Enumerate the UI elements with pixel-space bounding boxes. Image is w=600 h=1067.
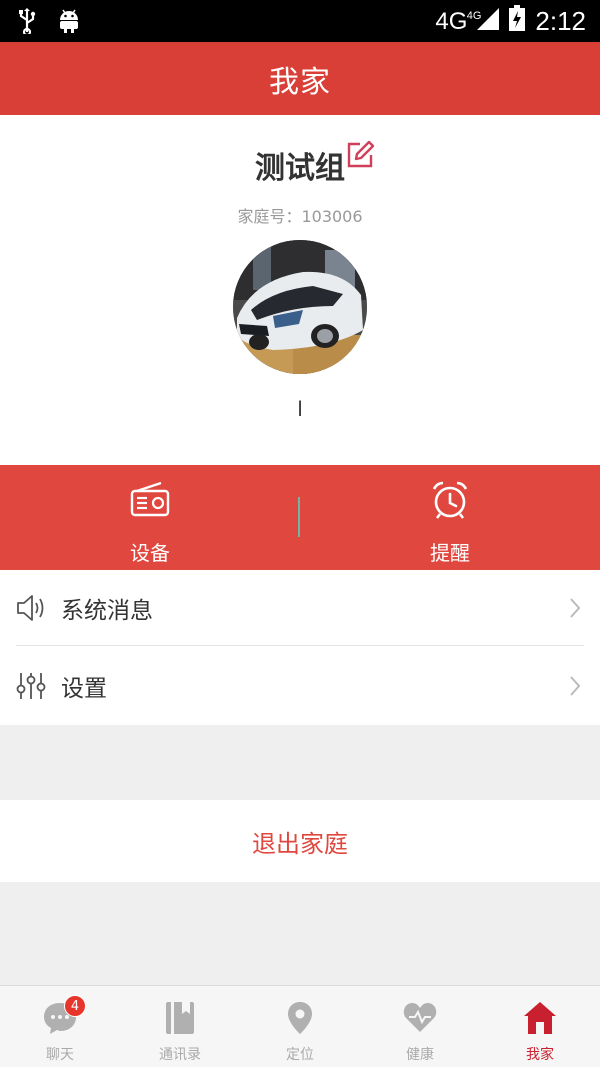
exit-family-label: 退出家庭 <box>252 829 348 858</box>
family-profile: 测试组 家庭号：103006 l <box>0 115 600 465</box>
screen: 4G 4G 2:12 我家 测试组 家庭号：103006 l 设备 提醒 系统消… <box>0 0 600 1067</box>
alarm-clock-icon <box>429 479 471 521</box>
bottom-tab-bar: 4 聊天 通讯录 定位 健康 我家 <box>0 985 600 1067</box>
reminders-label: 提醒 <box>430 541 470 565</box>
menu-item-label: 系统消息 <box>61 598 153 624</box>
tab-home[interactable]: 我家 <box>480 986 600 1067</box>
tab-location[interactable]: 定位 <box>240 986 360 1067</box>
chevron-right-icon <box>568 597 582 619</box>
android-icon <box>58 8 80 38</box>
tab-label: 通讯录 <box>159 1047 201 1063</box>
home-icon <box>522 1000 558 1036</box>
clock-time: 2:12 <box>535 6 586 36</box>
unread-badge: 4 <box>64 995 86 1017</box>
sliders-icon <box>16 671 46 701</box>
tab-label: 我家 <box>526 1047 554 1063</box>
usb-icon <box>18 8 36 38</box>
chevron-right-icon <box>568 675 582 697</box>
tab-health[interactable]: 健康 <box>360 986 480 1067</box>
devices-label: 设备 <box>130 541 170 565</box>
status-bar: 4G 4G 2:12 <box>0 0 600 42</box>
member-name: l <box>297 397 303 421</box>
app-bar: 我家 <box>0 42 600 115</box>
heart-icon <box>402 1000 438 1036</box>
menu-item-settings[interactable]: 设置 <box>0 648 600 724</box>
family-id: 家庭号：103006 <box>237 207 363 226</box>
network-type: 4G 4G <box>435 7 482 35</box>
devices-button[interactable]: 设备 <box>0 465 300 570</box>
tab-label: 聊天 <box>46 1047 74 1063</box>
tab-chat[interactable]: 4 聊天 <box>0 986 120 1067</box>
menu-item-system-messages[interactable]: 系统消息 <box>0 570 600 646</box>
radio-icon <box>129 479 171 521</box>
reminders-button[interactable]: 提醒 <box>300 465 600 570</box>
tab-label: 定位 <box>286 1047 314 1063</box>
exit-family-button[interactable]: 退出家庭 <box>0 800 600 882</box>
action-band: 设备 提醒 <box>0 465 600 570</box>
page-title: 我家 <box>269 64 331 100</box>
speaker-icon <box>16 593 46 623</box>
avatar[interactable] <box>233 240 367 374</box>
location-pin-icon <box>282 1000 318 1036</box>
tab-contacts[interactable]: 通讯录 <box>120 986 240 1067</box>
edit-icon[interactable] <box>345 140 375 170</box>
contacts-icon <box>162 1000 198 1036</box>
battery-icon <box>509 5 526 38</box>
menu-list: 系统消息 设置 <box>0 570 600 725</box>
menu-item-label: 设置 <box>61 676 107 702</box>
group-name: 测试组 <box>255 151 345 186</box>
tab-label: 健康 <box>406 1047 434 1063</box>
divider <box>16 645 584 646</box>
action-divider <box>298 497 300 537</box>
